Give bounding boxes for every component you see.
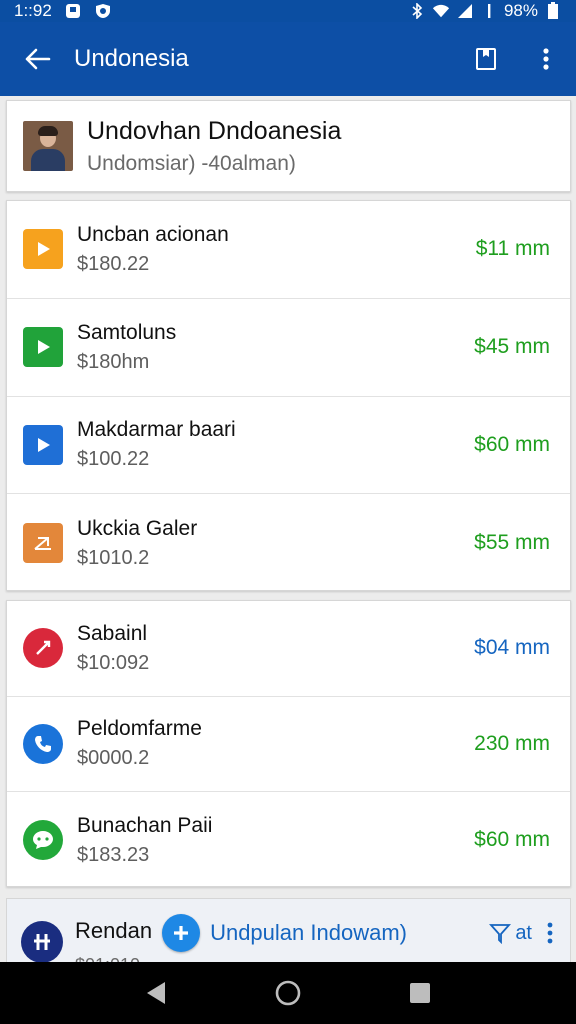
item-title: Sabainl <box>77 621 148 645</box>
filter-button[interactable]: at <box>489 922 532 945</box>
plus-icon <box>174 926 189 940</box>
list-group-1: Uncban acionan $180.22 $11 mm Samtoluns … <box>6 200 571 591</box>
list-item[interactable]: Samtoluns $180hm $45 mm <box>7 299 570 397</box>
item-amount: $45 mm <box>474 335 550 359</box>
item-title: Uncban acionan <box>77 222 229 246</box>
item-title: Bunachan Paii <box>77 813 213 837</box>
bookmark-button[interactable] <box>456 22 516 96</box>
item-price: $183.23 <box>77 843 150 866</box>
item-amount: 230 mm <box>474 731 550 755</box>
more-vert-icon <box>547 922 553 944</box>
bottom-title: Rendan <box>75 918 153 943</box>
list-item[interactable]: Bunachan Paii $183.23 $60 mm <box>7 792 570 888</box>
filter-label: at <box>515 921 532 944</box>
notification-icon <box>64 3 82 19</box>
nav-recents-button[interactable] <box>400 973 440 1013</box>
wifi-icon <box>432 3 450 19</box>
item-price: $180.22 <box>77 252 150 275</box>
circle-home-icon <box>275 980 301 1006</box>
list-item[interactable]: Sabainl $10:092 $04 mm <box>7 601 570 697</box>
play-icon <box>23 424 63 465</box>
item-amount: $55 mm <box>474 531 550 555</box>
battery-percent: 98% <box>503 1 538 20</box>
page-title: Undonesia <box>74 45 189 72</box>
profile-subtitle: Undomsiar) -40alman) <box>87 151 296 175</box>
pin-icon <box>23 628 63 669</box>
list-item[interactable]: Uncban acionan $180.22 $11 mm <box>7 201 570 299</box>
alert-icon <box>480 3 498 19</box>
avatar <box>23 121 73 171</box>
item-title: Samtoluns <box>77 320 177 344</box>
more-vert-icon <box>543 48 549 70</box>
list-item[interactable]: Ukckia Galer $1010.2 $55 mm <box>7 494 570 592</box>
arrow-left-icon <box>25 48 51 70</box>
gallery-icon <box>23 523 63 564</box>
item-price: $0000.2 <box>77 747 150 770</box>
signal-icon <box>456 3 474 19</box>
status-bar: 1::92 98% <box>0 0 576 22</box>
nav-home-button[interactable] <box>268 973 308 1013</box>
list-group-2: Sabainl $10:092 $04 mm Peldomfarme $0000… <box>6 600 571 887</box>
item-title: Makdarmar baari <box>77 418 236 442</box>
nav-back-button[interactable] <box>136 973 176 1013</box>
more-options-button[interactable] <box>516 22 576 96</box>
profile-name: Undovhan Dndoanesia <box>87 116 342 145</box>
shield-icon <box>94 3 112 19</box>
system-nav-bar <box>0 962 576 1024</box>
status-time: 1::92 <box>14 1 52 20</box>
play-icon <box>23 327 63 368</box>
profile-card[interactable]: Undovhan Dndoanesia Undomsiar) -40alman) <box>6 100 571 192</box>
add-button[interactable] <box>162 914 201 952</box>
bottom-more-button[interactable] <box>540 922 560 944</box>
back-button[interactable] <box>0 22 74 96</box>
app-bar: Undonesia <box>0 22 576 96</box>
chat-icon <box>23 820 63 861</box>
item-price: $180hm <box>77 350 150 373</box>
list-item[interactable]: Makdarmar baari $100.22 $60 mm <box>7 397 570 495</box>
brand-logo-icon <box>21 921 63 963</box>
item-amount: $04 mm <box>474 636 550 660</box>
square-recents-icon <box>410 983 430 1003</box>
item-price: $100.22 <box>77 448 150 471</box>
item-price: $1010.2 <box>77 546 150 569</box>
filter-icon <box>489 924 512 944</box>
item-title: Peldomfarme <box>77 717 202 741</box>
item-amount: $60 mm <box>474 828 550 852</box>
item-title: Ukckia Galer <box>77 516 198 540</box>
bluetooth-icon <box>408 3 426 19</box>
bottom-link[interactable]: Undpulan Indowam) <box>210 920 489 946</box>
triangle-back-icon <box>147 982 165 1004</box>
item-price: $10:092 <box>77 651 150 674</box>
play-icon <box>23 229 63 270</box>
battery-icon <box>544 2 562 19</box>
item-amount: $11 mm <box>475 237 550 261</box>
bottom-card[interactable]: Rendan $01:010 Undpulan Indowam) at <box>6 898 571 968</box>
bookmark-icon <box>476 48 496 70</box>
list-item[interactable]: Peldomfarme $0000.2 230 mm <box>7 697 570 793</box>
phone-icon <box>23 723 63 764</box>
item-amount: $60 mm <box>474 432 550 456</box>
